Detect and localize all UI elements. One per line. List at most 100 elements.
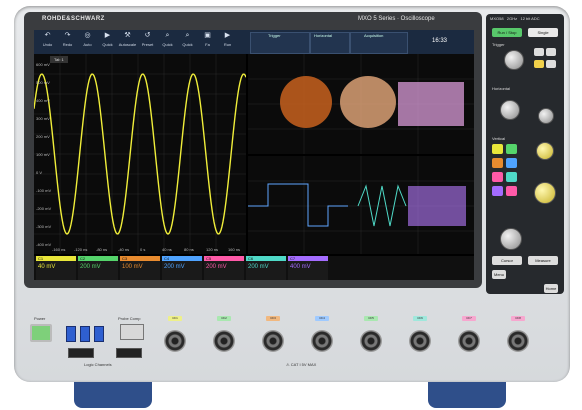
toolbar-button-label: Fa: [205, 42, 210, 47]
trigger-button-4[interactable]: [546, 60, 556, 68]
channel-tile-value: 200 mV: [206, 264, 227, 270]
zoom-panel-top[interactable]: [248, 54, 474, 154]
toolbar-button-2[interactable]: ◎ Auto: [78, 30, 97, 54]
trigger-level-knob[interactable]: [504, 50, 524, 70]
toolbar-button-5[interactable]: ↺ Preset: [138, 30, 157, 54]
y-tick-label: -300 mV: [36, 224, 52, 229]
zoom-bottom-plot: [248, 156, 474, 254]
bnc-input-2[interactable]: [213, 330, 235, 352]
toolbar-button-3[interactable]: ▶ Quick: [98, 30, 117, 54]
channel-label-2: Ch2: [217, 316, 231, 321]
usb-port-2[interactable]: [80, 326, 90, 342]
vertical-channel-button-6[interactable]: [506, 172, 517, 182]
toolbar-button-9[interactable]: ▶ Run: [218, 30, 237, 54]
toolbar-button-label: Quick: [162, 42, 173, 47]
vertical-channel-button-2[interactable]: [506, 144, 517, 154]
power-label: Power: [34, 316, 46, 321]
channel-tile[interactable]: C7 400 mV: [288, 256, 328, 280]
vertical-channel-button-7[interactable]: [492, 186, 503, 196]
channel-label-5: Ch5: [364, 316, 378, 321]
toolbar-button-8[interactable]: ▣ Fa: [198, 30, 217, 54]
logic-port[interactable]: [68, 348, 94, 358]
home-button[interactable]: Home: [544, 284, 558, 293]
toolbar-button-7[interactable]: ⌕ Quick: [178, 30, 197, 54]
channel-tile-value: 200 mV: [80, 264, 101, 270]
toolbar-button-label: Redo: [62, 42, 73, 47]
channel-label-8: Ch8: [511, 316, 525, 321]
trigger-button-3[interactable]: [534, 60, 544, 68]
bnc-input-6[interactable]: [409, 330, 431, 352]
zoom-panel-bottom[interactable]: [248, 156, 474, 254]
acquisition-label: Acquisition: [364, 33, 384, 38]
y-tick-label: 300 mV: [36, 116, 50, 121]
power-button[interactable]: [30, 324, 52, 342]
vertical-scale-knob[interactable]: [534, 182, 556, 204]
x-tick-label: 120 ns: [206, 247, 219, 252]
toolbar-button-0[interactable]: ↶ Undo: [38, 30, 57, 54]
channel-tile[interactable]: C1 40 mV: [36, 256, 76, 280]
horizontal-position-knob[interactable]: [538, 108, 554, 124]
horizontal-scale-knob[interactable]: [500, 100, 520, 120]
cursor-button[interactable]: Cursor: [492, 256, 522, 265]
menu-button[interactable]: Menu: [492, 270, 506, 279]
toolbar-icon: ↷: [64, 32, 71, 39]
panel-header: MXO58 2GHz 12 bit ADC: [490, 16, 560, 21]
y-tick-label: 400 mV: [36, 98, 50, 103]
toolbar-button-label: Auto: [83, 42, 92, 47]
usb-port-3[interactable]: [94, 326, 104, 342]
usb-port-1[interactable]: [66, 326, 76, 342]
channel-bar: C1 40 mV C2 200 mV C3 100 mV C4 200 mV C5 200 mV C…: [34, 256, 474, 280]
purple-pulses: [408, 186, 466, 226]
logic-port-2[interactable]: [116, 348, 142, 358]
channel-tile[interactable]: C5 200 mV: [204, 256, 244, 280]
channel-tile[interactable]: C3 100 mV: [120, 256, 160, 280]
bnc-input-5[interactable]: [360, 330, 382, 352]
bandwidth-label: 2GHz: [506, 16, 518, 21]
channel-tile[interactable]: C6 200 mV: [246, 256, 286, 280]
trigger-button-2[interactable]: [546, 48, 556, 56]
x-tick-label: 40 ns: [162, 247, 172, 252]
vertical-offset-knob[interactable]: [536, 142, 554, 160]
toolbar-button-label: Run: [223, 42, 232, 47]
multipurpose-knob[interactable]: [500, 228, 522, 250]
model-label: MXO58: [490, 16, 504, 21]
bnc-input-3[interactable]: [262, 330, 284, 352]
toolbar-icon: ⌕: [185, 32, 190, 39]
channel-tile[interactable]: C4 200 mV: [162, 256, 202, 280]
channel-tile-value: 100 mV: [122, 264, 143, 270]
run-stop-button[interactable]: Run / Stop: [492, 28, 522, 37]
single-button[interactable]: Single: [528, 28, 558, 37]
vertical-channel-button-8[interactable]: [506, 186, 517, 196]
toolbar-icon: ↶: [44, 32, 51, 39]
main-waveform-panel[interactable]: Tab 1 600 mV 500 mV 400 mV 300 mV 200 mV 100 …: [34, 54, 246, 254]
channel-tile-value: 40 mV: [38, 264, 56, 270]
bnc-input-7[interactable]: [458, 330, 480, 352]
toolbar-icon: ⌕: [165, 32, 170, 39]
toolbar-icon: ⚒: [124, 32, 131, 39]
toolbar-button-6[interactable]: ⌕ Quick: [158, 30, 177, 54]
toolbar-icon: ▣: [204, 32, 211, 39]
toolbar-button-label: Quick: [102, 42, 113, 47]
toolbar-button-label: Autoscale: [118, 42, 137, 47]
y-tick-label: -200 mV: [36, 206, 52, 211]
vertical-channel-button-1[interactable]: [492, 144, 503, 154]
brand-logo: ROHDE&SCHWARZ: [42, 16, 105, 22]
channel-tile-value: 200 mV: [248, 264, 269, 270]
zoom-top-plot: [248, 54, 474, 154]
vertical-channel-button-5[interactable]: [492, 172, 503, 182]
bnc-input-8[interactable]: [507, 330, 529, 352]
vertical-channel-button-4[interactable]: [506, 158, 517, 168]
toolbar-button-label: Preset: [141, 42, 154, 47]
toolbar-button-1[interactable]: ↷ Redo: [58, 30, 77, 54]
bnc-input-4[interactable]: [311, 330, 333, 352]
display-screen[interactable]: Trigger Horizontal Acquisition 16:33 Tab…: [34, 30, 474, 280]
channel-tile[interactable]: C2 200 mV: [78, 256, 118, 280]
x-tick-label: -160 ns: [52, 247, 66, 252]
vertical-channel-button-3[interactable]: [492, 158, 503, 168]
measure-button[interactable]: Measure: [528, 256, 558, 265]
bnc-input-1[interactable]: [164, 330, 186, 352]
probe-comp-terminal[interactable]: [120, 324, 144, 340]
channel-label-4: Ch4: [315, 316, 329, 321]
toolbar-button-4[interactable]: ⚒ Autoscale: [118, 30, 137, 54]
trigger-button-1[interactable]: [534, 48, 544, 56]
